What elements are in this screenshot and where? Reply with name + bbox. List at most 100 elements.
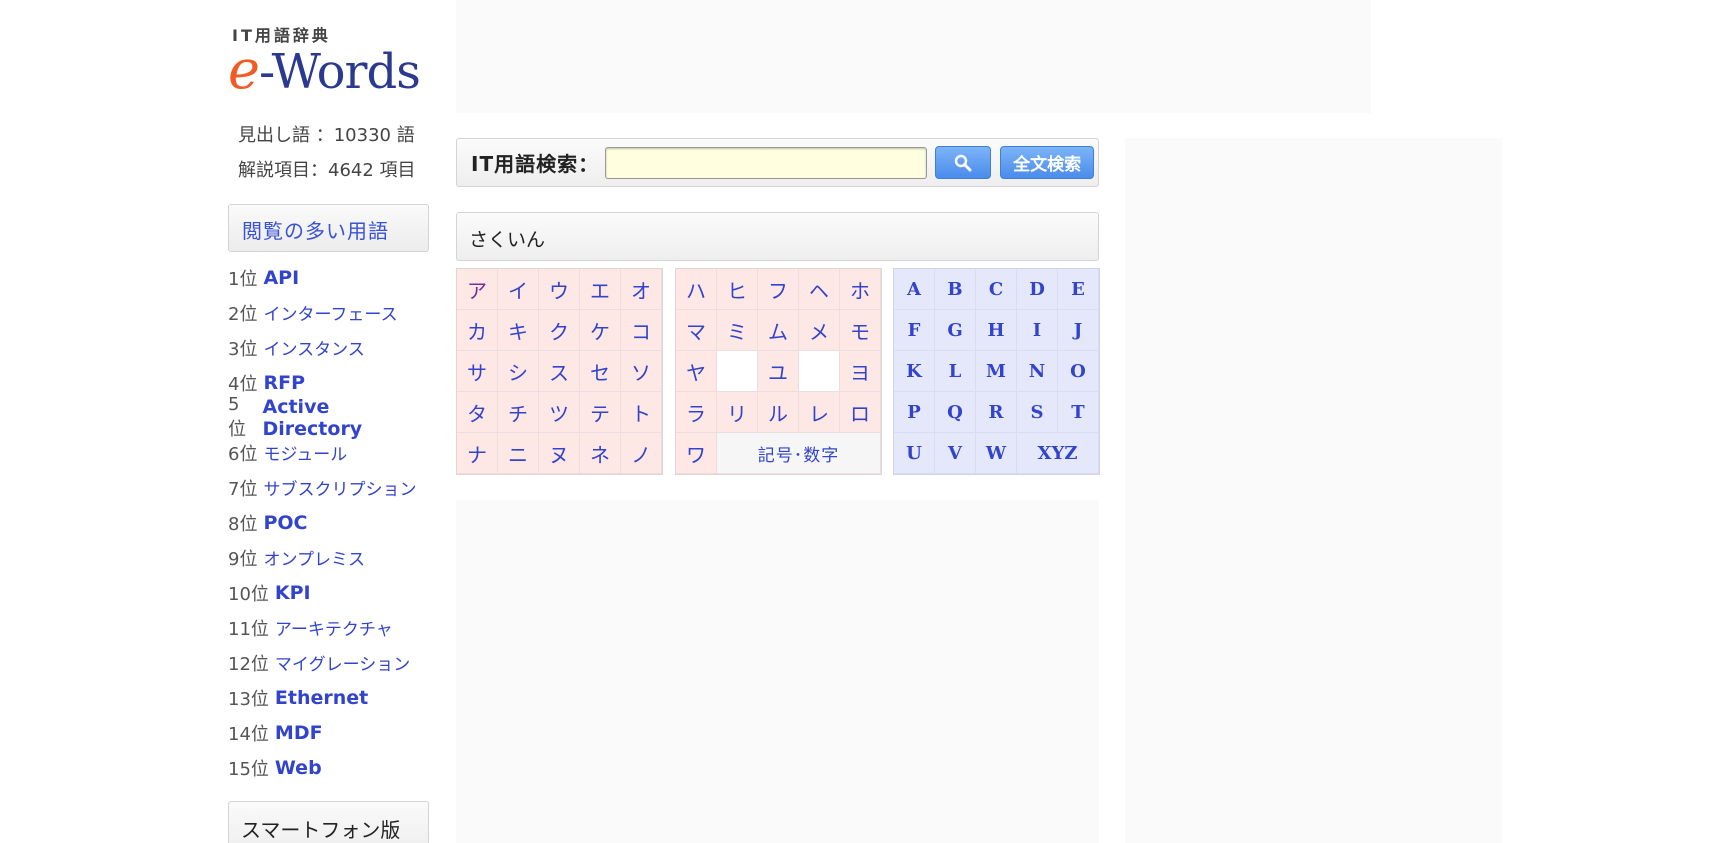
- kana-index-cell[interactable]: ノ: [621, 433, 662, 474]
- kana-index-cell[interactable]: ヘ: [799, 269, 840, 310]
- alphabet-index-cell[interactable]: M: [976, 351, 1017, 392]
- kana-index-cell[interactable]: モ: [840, 310, 881, 351]
- alphabet-index-cell[interactable]: G: [935, 310, 976, 351]
- alphabet-index-cell[interactable]: V: [935, 433, 976, 474]
- alphabet-index-cell[interactable]: O: [1058, 351, 1099, 392]
- search-button[interactable]: [935, 146, 992, 179]
- popular-term-link[interactable]: アーキテクチャ: [275, 615, 393, 640]
- popular-term-item[interactable]: 10位 KPI: [228, 575, 430, 610]
- popular-term-item[interactable]: 3位 インスタンス: [228, 330, 430, 365]
- alphabet-index-cell[interactable]: E: [1058, 269, 1099, 310]
- popular-term-item[interactable]: 13位 Ethernet: [228, 680, 430, 715]
- kana-index-cell[interactable]: ク: [539, 310, 580, 351]
- kana-index-cell[interactable]: ニ: [498, 433, 539, 474]
- kana-index-cell[interactable]: ロ: [840, 392, 881, 433]
- kana-index-cell[interactable]: マ: [676, 310, 717, 351]
- popular-term-item[interactable]: 15位 Web: [228, 750, 430, 785]
- alphabet-index-cell[interactable]: W: [976, 433, 1017, 474]
- kana-index-cell[interactable]: サ: [457, 351, 498, 392]
- popular-term-item[interactable]: 2位 インターフェース: [228, 295, 430, 330]
- kana-index-cell[interactable]: ル: [758, 392, 799, 433]
- kana-index-cell[interactable]: ヨ: [840, 351, 881, 392]
- fulltext-search-button[interactable]: 全文検索: [1000, 146, 1095, 179]
- popular-term-item[interactable]: 8位 POC: [228, 505, 430, 540]
- alphabet-index-cell[interactable]: B: [935, 269, 976, 310]
- popular-term-item[interactable]: 11位 アーキテクチャ: [228, 610, 430, 645]
- symbols-numbers-index[interactable]: 記号･数字: [717, 433, 881, 474]
- popular-term-link[interactable]: インスタンス: [263, 335, 364, 360]
- kana-index-cell[interactable]: ア: [457, 269, 498, 310]
- popular-term-item[interactable]: 14位 MDF: [228, 715, 430, 750]
- alphabet-index-cell[interactable]: P: [894, 392, 935, 433]
- kana-index-cell[interactable]: ツ: [539, 392, 580, 433]
- kana-index-cell[interactable]: ラ: [676, 392, 717, 433]
- kana-index-cell[interactable]: フ: [758, 269, 799, 310]
- popular-term-item[interactable]: 1位 API: [228, 260, 430, 295]
- popular-term-link[interactable]: RFP: [263, 372, 305, 394]
- alphabet-index-cell[interactable]: I: [1017, 310, 1058, 351]
- popular-term-link[interactable]: インターフェース: [263, 300, 397, 325]
- kana-index-cell[interactable]: セ: [580, 351, 621, 392]
- popular-term-link[interactable]: サブスクリプション: [263, 475, 416, 500]
- alphabet-index-cell[interactable]: U: [894, 433, 935, 474]
- alphabet-index-cell[interactable]: Q: [935, 392, 976, 433]
- kana-index-cell[interactable]: ト: [621, 392, 662, 433]
- kana-index-cell[interactable]: コ: [621, 310, 662, 351]
- popular-term-link[interactable]: KPI: [275, 582, 311, 604]
- popular-term-link[interactable]: オンプレミス: [263, 545, 365, 570]
- kana-index-cell[interactable]: ヤ: [676, 351, 717, 392]
- alphabet-index-cell[interactable]: L: [935, 351, 976, 392]
- kana-index-cell[interactable]: チ: [498, 392, 539, 433]
- popular-term-item[interactable]: 7位 サブスクリプション: [228, 470, 430, 505]
- alphabet-index-cell[interactable]: K: [894, 351, 935, 392]
- popular-term-link[interactable]: モジュール: [263, 440, 347, 465]
- alphabet-index-cell[interactable]: F: [894, 310, 935, 351]
- popular-term-item[interactable]: 9位 オンプレミス: [228, 540, 430, 575]
- kana-index-cell[interactable]: ワ: [676, 433, 717, 474]
- popular-term-item[interactable]: 12位 マイグレーション: [228, 645, 430, 680]
- alphabet-index-cell[interactable]: S: [1017, 392, 1058, 433]
- kana-index-cell[interactable]: ソ: [621, 351, 662, 392]
- kana-index-cell[interactable]: メ: [799, 310, 840, 351]
- popular-term-link[interactable]: MDF: [275, 722, 323, 744]
- popular-term-item[interactable]: 5位 Active Directory: [228, 394, 430, 440]
- kana-index-cell[interactable]: ム: [758, 310, 799, 351]
- alphabet-index-cell[interactable]: J: [1058, 310, 1099, 351]
- smartphone-version-link[interactable]: スマートフォン版: [228, 801, 429, 843]
- kana-index-cell[interactable]: リ: [717, 392, 758, 433]
- kana-index-cell[interactable]: シ: [498, 351, 539, 392]
- kana-index-cell[interactable]: ホ: [840, 269, 881, 310]
- kana-index-cell[interactable]: テ: [580, 392, 621, 433]
- kana-index-cell[interactable]: ヌ: [539, 433, 580, 474]
- alphabet-index-cell[interactable]: R: [976, 392, 1017, 433]
- alphabet-index-cell[interactable]: XYZ: [1017, 433, 1099, 474]
- alphabet-index-cell[interactable]: T: [1058, 392, 1099, 433]
- kana-index-cell[interactable]: キ: [498, 310, 539, 351]
- kana-index-cell[interactable]: タ: [457, 392, 498, 433]
- kana-index-cell[interactable]: レ: [799, 392, 840, 433]
- kana-index-cell[interactable]: イ: [498, 269, 539, 310]
- popular-term-item[interactable]: 6位 モジュール: [228, 435, 430, 470]
- site-logo[interactable]: IT用語辞典 e-Words: [228, 22, 430, 98]
- kana-index-cell[interactable]: ネ: [580, 433, 621, 474]
- kana-index-cell[interactable]: エ: [580, 269, 621, 310]
- popular-term-link[interactable]: API: [263, 267, 299, 289]
- kana-index-cell[interactable]: ハ: [676, 269, 717, 310]
- kana-index-cell[interactable]: ミ: [717, 310, 758, 351]
- kana-index-cell[interactable]: オ: [621, 269, 662, 310]
- kana-index-cell[interactable]: カ: [457, 310, 498, 351]
- alphabet-index-cell[interactable]: D: [1017, 269, 1058, 310]
- search-input[interactable]: [605, 146, 928, 179]
- kana-index-cell[interactable]: ヒ: [717, 269, 758, 310]
- kana-index-cell[interactable]: ナ: [457, 433, 498, 474]
- alphabet-index-cell[interactable]: C: [976, 269, 1017, 310]
- popular-term-link[interactable]: Active Directory: [263, 396, 431, 440]
- popular-term-link[interactable]: マイグレーション: [275, 650, 410, 675]
- alphabet-index-cell[interactable]: N: [1017, 351, 1058, 392]
- kana-index-cell[interactable]: ウ: [539, 269, 580, 310]
- kana-index-cell[interactable]: ス: [539, 351, 580, 392]
- popular-term-link[interactable]: POC: [263, 512, 307, 534]
- alphabet-index-cell[interactable]: H: [976, 310, 1017, 351]
- popular-term-link[interactable]: Ethernet: [275, 687, 368, 709]
- kana-index-cell[interactable]: ケ: [580, 310, 621, 351]
